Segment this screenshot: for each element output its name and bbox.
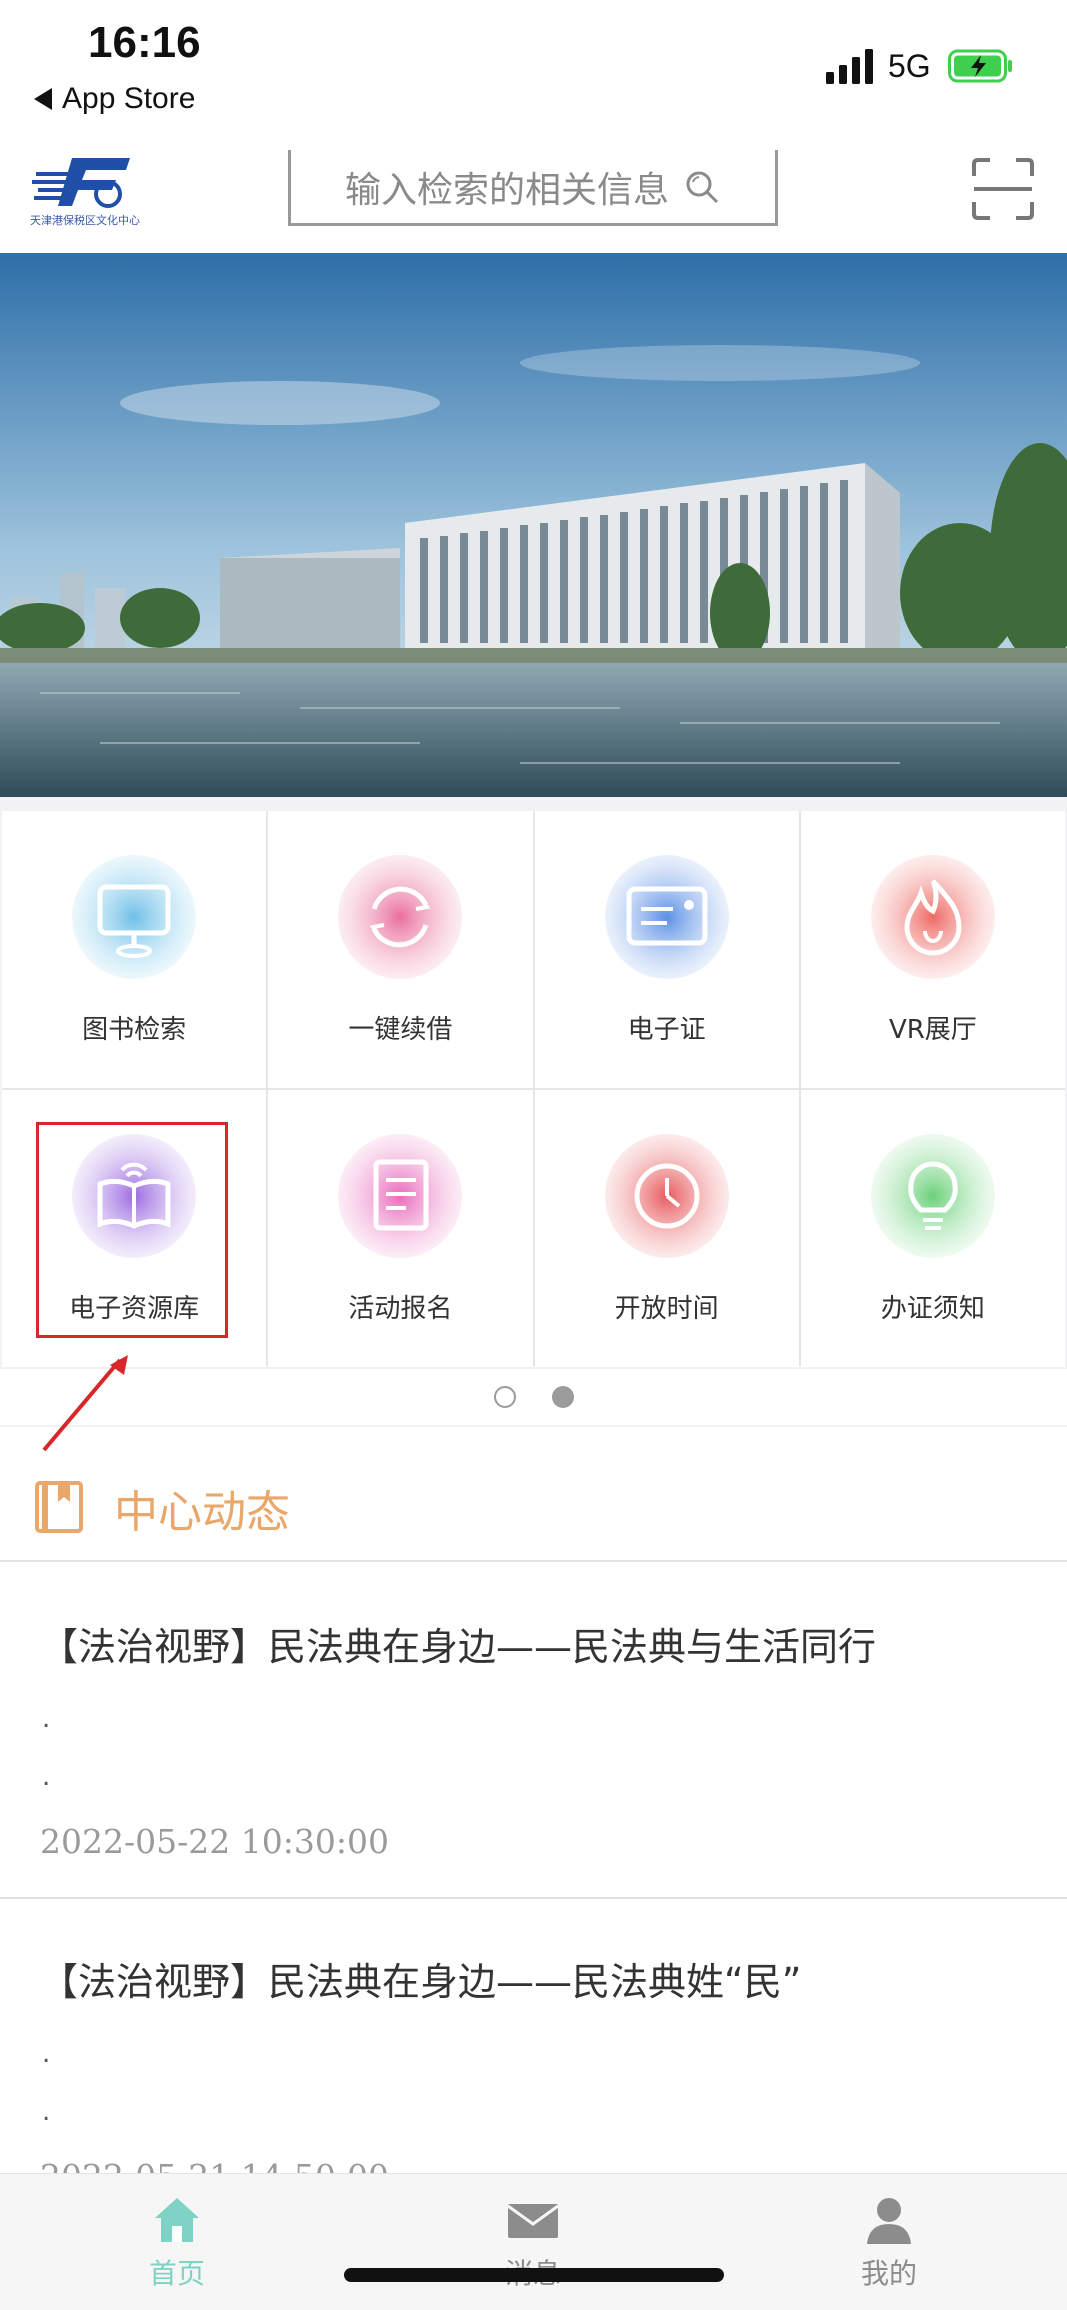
grid-item-book-search[interactable]: 图书检索 bbox=[2, 811, 267, 1088]
news-section-header: 中心动态 bbox=[0, 1452, 1067, 1562]
signal-icon bbox=[826, 49, 873, 84]
news-ellipsis: . bbox=[42, 2097, 51, 2127]
news-heading: 中心动态 bbox=[114, 1487, 290, 1538]
page-indicator[interactable] bbox=[0, 1369, 1067, 1425]
document-icon bbox=[330, 1126, 470, 1266]
grid-item-label: 电子证 bbox=[627, 1015, 706, 1045]
news-ellipsis: . bbox=[42, 1704, 51, 1734]
search-placeholder: 输入检索的相关信息 bbox=[344, 169, 669, 211]
page-dot-1[interactable] bbox=[493, 1386, 516, 1408]
card-icon bbox=[597, 847, 737, 987]
grid-item-card-guide[interactable]: 办证须知 bbox=[800, 1090, 1065, 1367]
status-bar: 16:16 App Store 5G bbox=[0, 0, 1067, 130]
mail-icon bbox=[507, 2204, 559, 2238]
grid-item-vr-hall[interactable]: VR展厅 bbox=[800, 811, 1065, 1088]
news-date: 2022-05-21 14:50:00 bbox=[40, 2157, 389, 2173]
app-header: 天津港保税区文化中心 输入检索的相关信息 bbox=[0, 130, 1067, 250]
back-label: App Store bbox=[62, 82, 196, 115]
scan-icon[interactable] bbox=[972, 158, 1034, 220]
news-date: 2022-05-22 10:30:00 bbox=[40, 1822, 389, 1861]
user-icon bbox=[867, 2198, 911, 2244]
grid-item-label: 办证须知 bbox=[880, 1294, 985, 1324]
clock-icon bbox=[597, 1126, 737, 1266]
search-bar[interactable]: 输入检索的相关信息 bbox=[288, 150, 778, 226]
news-ellipsis: . bbox=[42, 2039, 51, 2069]
library-building-image bbox=[0, 253, 1067, 797]
search-icon bbox=[686, 171, 719, 203]
grid-item-label: 开放时间 bbox=[614, 1294, 719, 1324]
monitor-icon bbox=[64, 847, 204, 987]
logo-caption: 天津港保税区文化中心 bbox=[30, 214, 140, 227]
refresh-icon bbox=[330, 847, 470, 987]
tab-profile[interactable]: 我的 bbox=[824, 2194, 954, 2292]
bottom-tab-bar: 首页 消息 我的 bbox=[0, 2173, 1067, 2310]
grid-item-opening-hours[interactable]: 开放时间 bbox=[534, 1090, 799, 1367]
home-indicator[interactable] bbox=[344, 2268, 724, 2282]
logo-icon bbox=[32, 158, 130, 208]
grid-item-label: VR展厅 bbox=[888, 1015, 977, 1045]
grid-item-e-card[interactable]: 电子证 bbox=[534, 811, 799, 1088]
bulb-icon bbox=[863, 1126, 1003, 1266]
tab-label: 我的 bbox=[860, 2257, 917, 2290]
news-title: 【法治视野】民法典在身边——民法典姓“民” bbox=[40, 1960, 802, 2004]
news-item[interactable]: 【法治视野】民法典在身边——民法典与生活同行 . . 2022-05-22 10… bbox=[0, 1564, 1067, 1897]
home-icon bbox=[155, 2198, 199, 2242]
highlight-box bbox=[36, 1122, 228, 1338]
flame-icon bbox=[863, 847, 1003, 987]
tab-home[interactable]: 首页 bbox=[112, 2194, 242, 2292]
grid-item-label: 一键续借 bbox=[348, 1015, 453, 1045]
banner-image[interactable] bbox=[0, 253, 1067, 797]
annotation-arrow-icon bbox=[42, 1355, 128, 1452]
bookmark-icon bbox=[35, 1481, 83, 1533]
page-dot-2[interactable] bbox=[551, 1386, 574, 1408]
battery-icon bbox=[948, 49, 1012, 83]
news-item[interactable]: 【法治视野】民法典在身边——民法典姓“民” . . 2022-05-21 14:… bbox=[0, 1899, 1067, 2173]
logo: 天津港保税区文化中心 bbox=[30, 150, 150, 230]
feature-grid-area: 图书检索 一键续借 电子证 VR展厅 电子资源库 活动报名 开放时间 办证须知 bbox=[0, 797, 1067, 1427]
tab-label: 首页 bbox=[148, 2257, 205, 2290]
news-title: 【法治视野】民法典在身边——民法典与生活同行 bbox=[40, 1625, 877, 1669]
back-arrow-icon bbox=[34, 88, 52, 110]
grid-item-label: 图书检索 bbox=[82, 1015, 187, 1045]
grid-item-event-signup[interactable]: 活动报名 bbox=[268, 1090, 533, 1367]
status-time: 16:16 bbox=[88, 18, 201, 67]
grid-item-renew[interactable]: 一键续借 bbox=[268, 811, 533, 1088]
network-label: 5G bbox=[888, 48, 931, 84]
back-to-app-store[interactable]: App Store bbox=[34, 82, 195, 116]
news-ellipsis: . bbox=[42, 1762, 51, 1792]
grid-item-label: 活动报名 bbox=[348, 1294, 453, 1324]
